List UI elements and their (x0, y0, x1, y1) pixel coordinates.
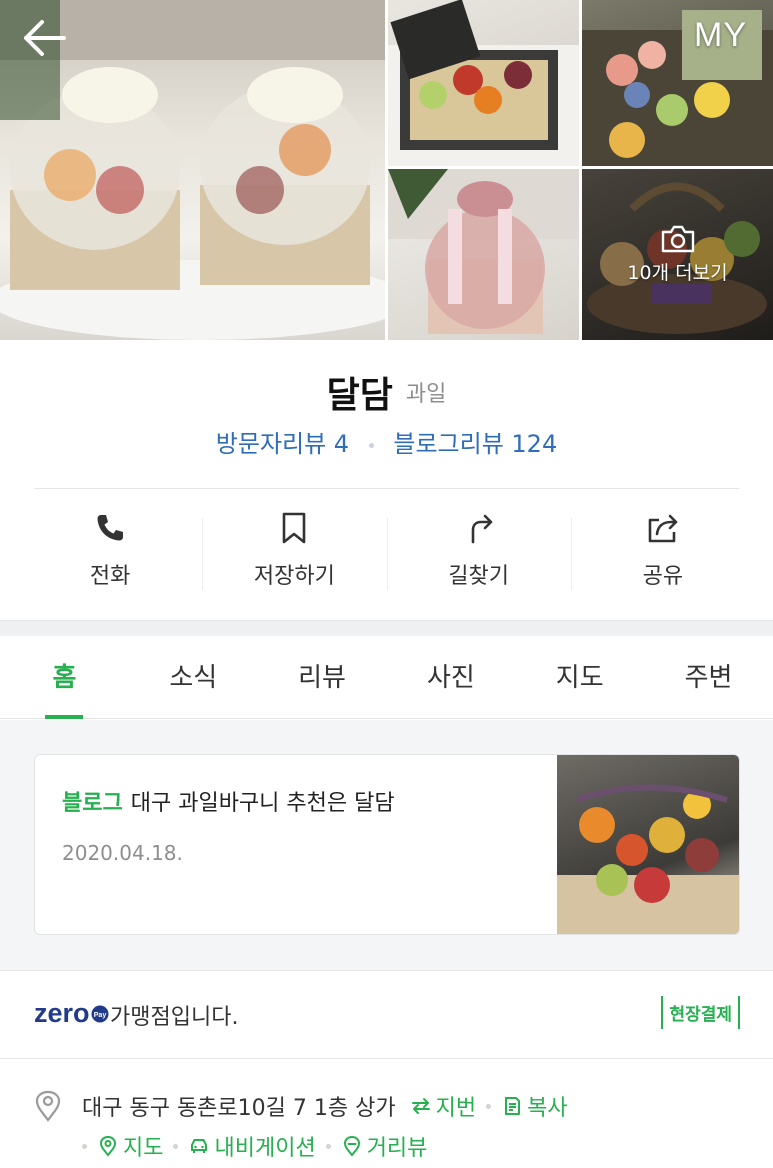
more-photos-label: 10개 더보기 (627, 262, 728, 284)
separator-dot (486, 1103, 492, 1109)
save-label: 저장하기 (253, 564, 335, 589)
street-view-button[interactable]: 거리뷰 (341, 1130, 428, 1162)
onsite-payment-badge: 현장결제 (661, 996, 740, 1029)
navigation-label: 내비게이션 (214, 1136, 316, 1161)
place-name: 달담 (326, 375, 393, 416)
zeropay-badge-icon: Pay (91, 1005, 109, 1023)
copy-icon (505, 1097, 521, 1115)
location-pin-icon (35, 1090, 61, 1122)
directions-label: 길찾기 (448, 564, 509, 589)
my-button[interactable]: MY (694, 16, 747, 55)
section-gap (0, 620, 773, 636)
blog-tag: 블로그 (62, 791, 123, 816)
arrow-left-icon (24, 20, 66, 56)
address-section: 대구 동구 동촌로10길 7 1층 상가 지번 복사 지도 내비게이션 거리뷰 (34, 1086, 754, 1166)
gallery-photo-3-art (388, 169, 579, 334)
share-button[interactable]: 공유 (570, 510, 755, 600)
tab-nearby[interactable]: 주변 (644, 637, 773, 718)
zeropay-logo: zero Pay (34, 998, 109, 1029)
review-links: 방문자리뷰 4 블로그리뷰 124 (0, 424, 773, 459)
separator-dot (82, 1143, 87, 1149)
address-text: 대구 동구 동촌로10길 7 1층 상가 (82, 1096, 396, 1121)
tab-reviews[interactable]: 리뷰 (258, 637, 387, 718)
share-label: 공유 (642, 564, 684, 589)
divider (34, 488, 739, 489)
tab-news[interactable]: 소식 (129, 637, 258, 718)
swap-arrows-icon (411, 1098, 430, 1114)
separator-dot (368, 442, 374, 448)
navigation-button[interactable]: 내비게이션 (188, 1130, 316, 1162)
jibun-button[interactable]: 지번 (410, 1090, 476, 1122)
blog-review-link[interactable]: 블로그리뷰 124 (393, 430, 557, 458)
map-label: 지도 (123, 1136, 164, 1161)
zeropay-badge-text: Pay (93, 1012, 106, 1019)
map-button[interactable]: 지도 (97, 1130, 163, 1162)
blog-date: 2020.04.18. (62, 841, 183, 865)
bookmark-icon (283, 512, 306, 544)
directions-icon (471, 514, 492, 544)
copy-label: 복사 (527, 1096, 568, 1121)
divider (0, 1058, 773, 1059)
car-icon (191, 1139, 208, 1153)
gallery-photo-1[interactable] (388, 0, 579, 166)
jibun-label: 지번 (435, 1096, 477, 1121)
map-pin-icon (99, 1135, 117, 1157)
place-category: 과일 (405, 382, 447, 407)
blog-title-line: 블로그 대구 과일바구니 추천은 달담 (62, 785, 395, 817)
blog-thumbnail-art (557, 784, 739, 934)
call-label: 전화 (89, 564, 131, 589)
blog-title: 대구 과일바구니 추천은 달담 (130, 791, 395, 816)
blog-thumbnail (557, 755, 739, 934)
gallery-photo-3[interactable] (388, 169, 579, 340)
camera-icon (661, 225, 694, 253)
zeropay-row: zero Pay 가맹점입니다. 현장결제 (34, 994, 740, 1034)
tab-home[interactable]: 홈 (0, 637, 129, 718)
back-button[interactable] (18, 14, 70, 62)
photo-gallery: 10개 더보기 MY (0, 0, 773, 340)
street-view-label: 거리뷰 (366, 1136, 428, 1161)
zeropay-text: 가맹점입니다. (110, 1005, 239, 1030)
zeropay-logo-text: zero (34, 998, 90, 1028)
action-bar: 전화 저장하기 길찾기 공유 (18, 510, 755, 600)
copy-button[interactable]: 복사 (501, 1090, 568, 1122)
phone-icon (97, 515, 124, 541)
blog-card[interactable]: 블로그 대구 과일바구니 추천은 달담 2020.04.18. (34, 754, 740, 935)
divider (0, 970, 773, 971)
save-button[interactable]: 저장하기 (202, 510, 386, 600)
tab-photos[interactable]: 사진 (386, 637, 515, 718)
visitor-review-link[interactable]: 방문자리뷰 4 (216, 430, 349, 458)
separator-dot (325, 1143, 331, 1149)
directions-button[interactable]: 길찾기 (386, 510, 571, 600)
address-line: 대구 동구 동촌로10길 7 1층 상가 지번 복사 (34, 1086, 754, 1126)
street-view-icon (343, 1135, 360, 1157)
address-actions-line: 지도 내비게이션 거리뷰 (34, 1126, 754, 1166)
more-photos-button[interactable]: 10개 더보기 (582, 169, 773, 340)
share-icon (648, 514, 678, 543)
tab-map[interactable]: 지도 (515, 637, 644, 718)
call-button[interactable]: 전화 (18, 510, 202, 600)
place-title: 달담 과일 (0, 366, 773, 418)
gallery-photo-1-art (388, 0, 579, 166)
separator-dot (173, 1143, 179, 1149)
tab-bar: 홈 소식 리뷰 사진 지도 주변 (0, 637, 773, 719)
